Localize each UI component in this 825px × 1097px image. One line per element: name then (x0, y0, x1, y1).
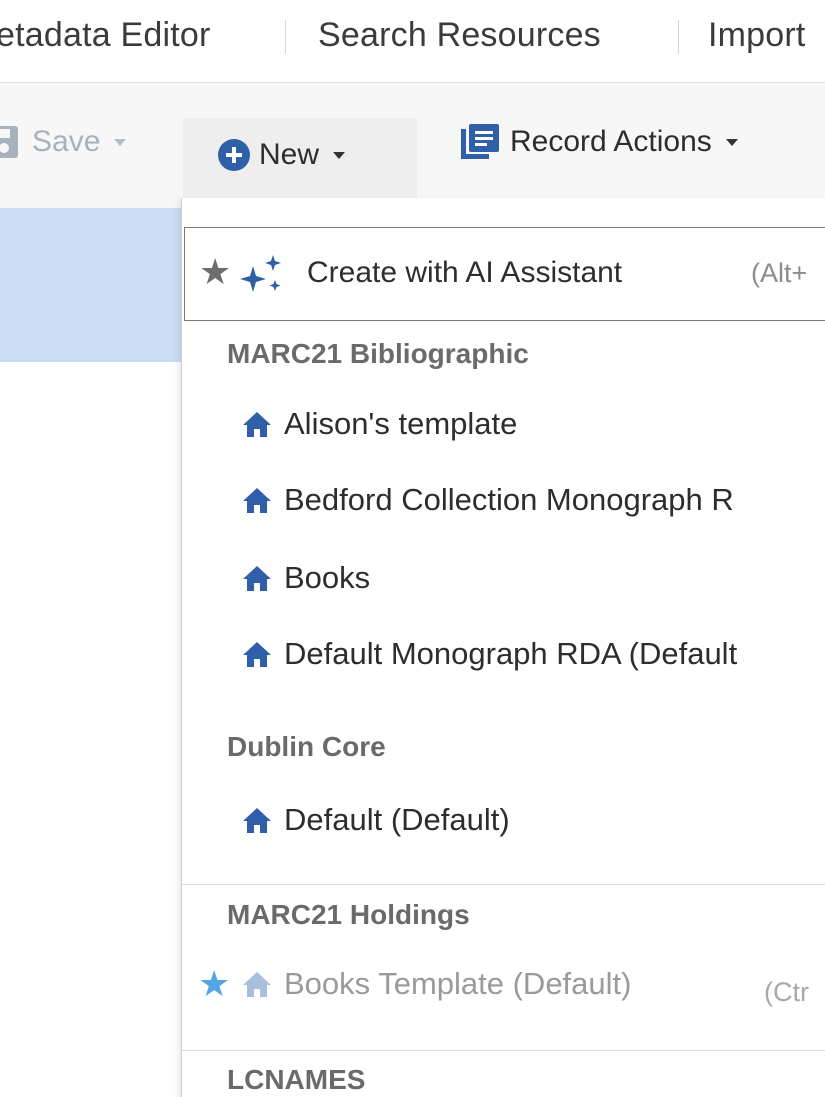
new-dropdown-menu: ★ Create with AI Assistant (Alt+ MARC21 … (181, 198, 825, 1097)
menu-divider (182, 884, 825, 885)
shortcut-hint: (Alt+ (751, 258, 808, 288)
record-actions-button[interactable]: Record Actions (460, 120, 738, 164)
sparkles-icon (240, 255, 281, 292)
house-icon (243, 642, 271, 667)
shortcut-hint: (Ctr (764, 977, 809, 1007)
house-icon (243, 412, 271, 437)
menu-item-books[interactable]: Books (242, 560, 370, 596)
menu-item-default[interactable]: Default (Default) (242, 802, 510, 838)
house-icon (243, 566, 271, 591)
selected-row (0, 208, 183, 362)
plus-circle-icon (218, 139, 250, 171)
caret-down-icon (725, 138, 738, 146)
new-button[interactable]: New (183, 118, 417, 200)
nav-separator (285, 20, 286, 54)
house-icon (243, 488, 271, 513)
menu-divider (182, 1050, 825, 1051)
menu-item-bedford-collection[interactable]: Bedford Collection Monograph R (242, 482, 734, 518)
menu-item-books-template[interactable]: Books Template (Default) (242, 966, 631, 1002)
group-header-marc21-holdings: MARC21 Holdings (227, 899, 470, 930)
menu-item-label: Default Monograph RDA (Default (284, 636, 738, 671)
house-icon (243, 808, 271, 833)
caret-down-icon (114, 138, 127, 146)
menu-item-default-monograph-rda[interactable]: Default Monograph RDA (Default (242, 636, 737, 672)
top-nav: etadata Editor Search Resources Import (0, 0, 825, 83)
nav-separator (678, 20, 679, 54)
save-icon (0, 126, 18, 158)
menu-item-label: Alison's template (284, 406, 518, 441)
menu-item-label: Books Template (Default) (284, 966, 632, 1001)
nav-metadata-editor[interactable]: etadata Editor (0, 16, 211, 55)
house-icon (243, 972, 271, 997)
menu-item-label: Bedford Collection Monograph R (284, 482, 734, 517)
menu-item-create-with-ai[interactable]: ★ Create with AI Assistant (Alt+ (184, 227, 825, 321)
menu-item-alisons-template[interactable]: Alison's template (242, 406, 517, 442)
group-header-marc21-bibliographic: MARC21 Bibliographic (227, 338, 529, 369)
group-header-dublin-core: Dublin Core (227, 731, 386, 762)
record-actions-icon (461, 124, 499, 159)
toolbar: Save New Record Actions (0, 83, 825, 208)
caret-down-icon (333, 151, 346, 159)
nav-search-resources[interactable]: Search Resources (318, 16, 601, 55)
nav-import[interactable]: Import (708, 16, 806, 55)
group-header-lcnames: LCNAMES (227, 1064, 366, 1095)
menu-item-label: Default (Default) (284, 802, 510, 837)
menu-item-label: Books (284, 560, 371, 595)
save-button[interactable]: Save (0, 120, 127, 164)
record-actions-label: Record Actions (510, 125, 712, 158)
new-label: New (259, 138, 320, 171)
menu-item-label: Create with AI Assistant (307, 256, 623, 289)
save-label: Save (32, 125, 101, 158)
star-icon[interactable]: ★ (198, 966, 230, 1002)
star-icon[interactable]: ★ (199, 254, 231, 290)
